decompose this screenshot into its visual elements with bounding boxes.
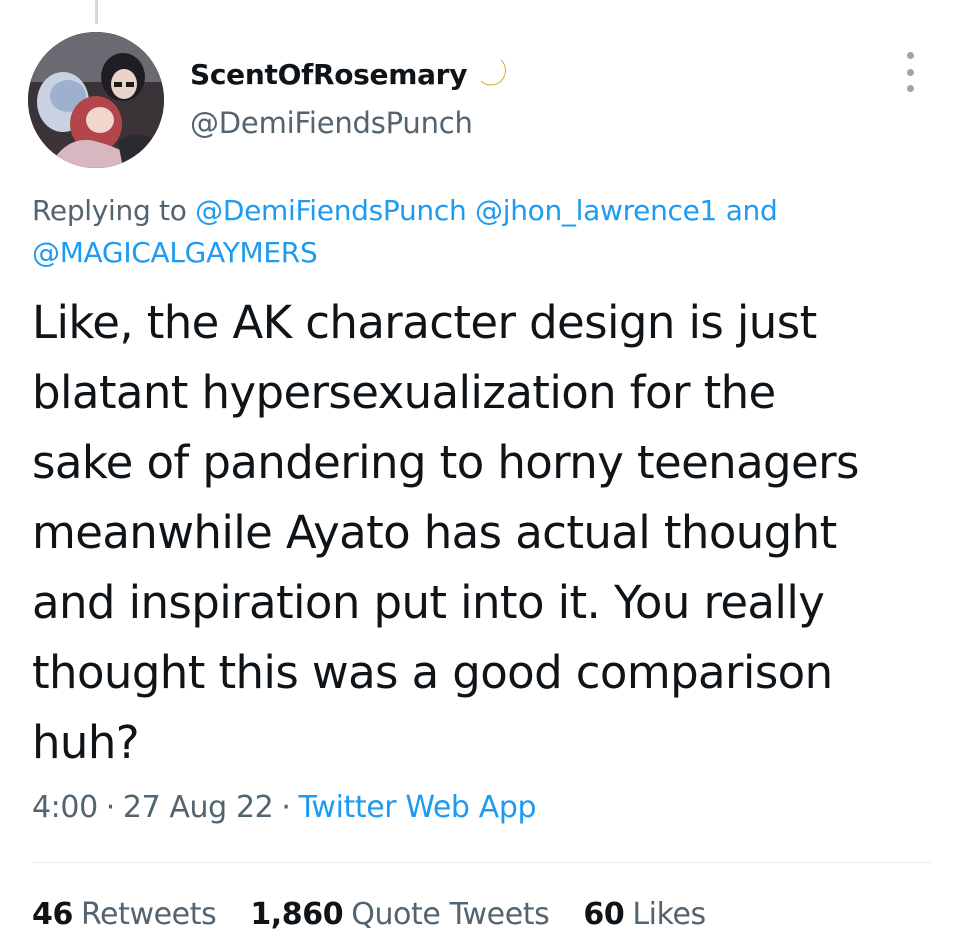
likes-count: 60 (583, 897, 625, 932)
tweet-header: ScentOfRosemary @DemiFiendsPunch (28, 32, 932, 172)
avatar[interactable] (28, 32, 164, 168)
tweet-meta: 4:00 · 27 Aug 22 · Twitter Web App (32, 786, 537, 830)
crescent-moon-icon (477, 57, 511, 91)
tweet-source-link[interactable]: Twitter Web App (298, 790, 536, 825)
likes-stat[interactable]: 60 Likes (583, 893, 706, 937)
retweets-count: 46 (32, 897, 73, 932)
tweet-text: Like, the AK character design is just bl… (32, 296, 859, 769)
tweet-date[interactable]: 27 Aug 22 (123, 790, 274, 825)
more-dot (906, 52, 914, 59)
display-name[interactable]: ScentOfRosemary (190, 58, 467, 91)
thread-connector-line (95, 0, 98, 24)
quote-tweets-stat[interactable]: 1,860 Quote Tweets (250, 893, 549, 937)
replying-to-and[interactable]: and (726, 194, 778, 227)
user-handle[interactable]: @DemiFiendsPunch (190, 106, 511, 140)
quote-tweets-count: 1,860 (250, 897, 344, 932)
mention-link[interactable]: @jhon_lawrence1 (475, 194, 717, 227)
replying-to-label: Replying to (32, 194, 187, 227)
mention-link[interactable]: @MAGICALGAYMERS (32, 236, 318, 269)
tweet-time[interactable]: 4:00 (32, 790, 98, 825)
display-name-row: ScentOfRosemary (190, 52, 511, 96)
replying-to: Replying to @DemiFiendsPunch @jhon_lawre… (32, 190, 912, 274)
more-options-icon[interactable] (900, 52, 920, 92)
likes-label: Likes (632, 897, 706, 932)
more-dot (906, 85, 914, 92)
meta-separator: · (105, 790, 116, 825)
retweets-label: Retweets (80, 897, 217, 932)
more-dot (906, 68, 914, 76)
divider (32, 862, 932, 863)
meta-separator: · (281, 790, 291, 825)
quote-tweets-label: Quote Tweets (351, 897, 550, 932)
mention-link[interactable]: @DemiFiendsPunch (195, 194, 467, 227)
user-info: ScentOfRosemary @DemiFiendsPunch (190, 52, 511, 140)
retweets-stat[interactable]: 46 Retweets (32, 893, 217, 937)
tweet-stats: 46 Retweets 1,860 Quote Tweets 60 Likes (32, 893, 706, 937)
